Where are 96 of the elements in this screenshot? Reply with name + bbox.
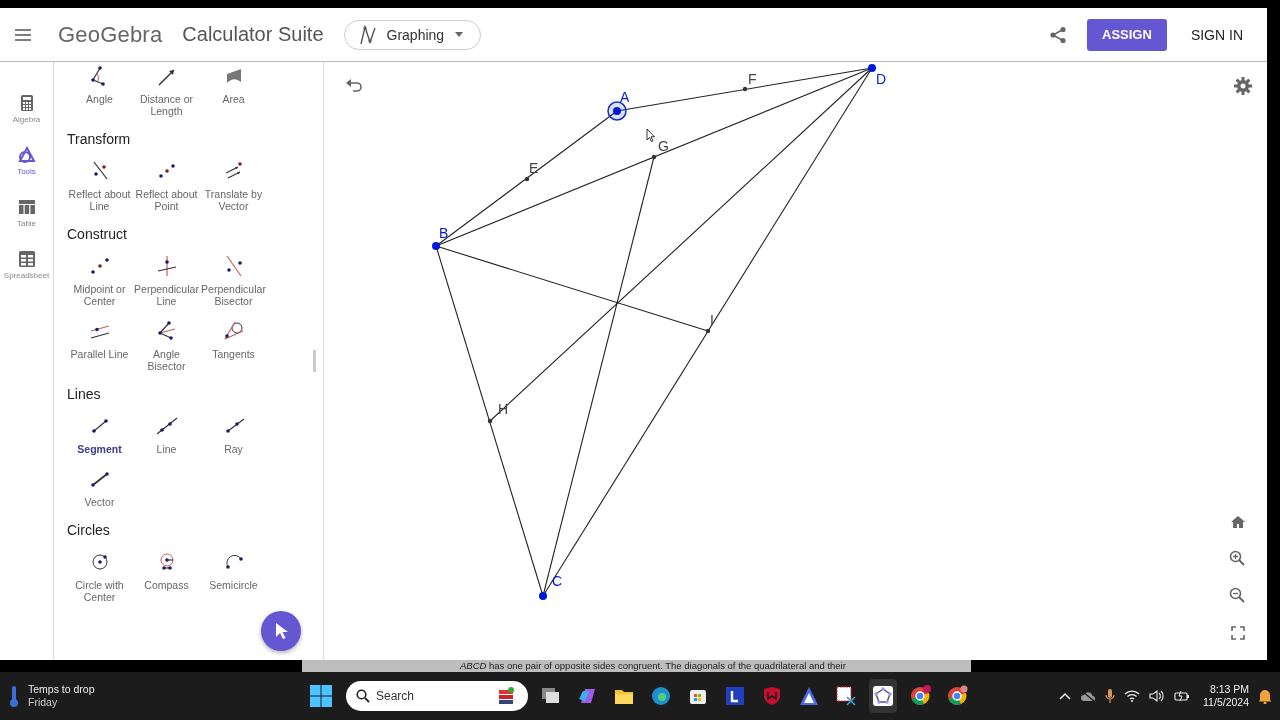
sign-in-button[interactable]: SIGN IN	[1180, 20, 1253, 49]
zoom-in-icon	[1229, 550, 1245, 566]
graph-icon	[358, 24, 377, 45]
snip-icon	[835, 685, 857, 707]
chrome-icon	[946, 685, 968, 707]
search-field[interactable]: Search	[346, 681, 528, 711]
tool-button[interactable]: Perpendicular Line	[133, 254, 200, 307]
browser-icon	[650, 685, 672, 707]
table-icon	[17, 198, 36, 216]
home-icon	[1230, 515, 1246, 529]
point[interactable]	[651, 154, 657, 160]
wifi-icon	[1124, 690, 1141, 702]
point[interactable]	[524, 176, 530, 182]
tool-button[interactable]: Angle	[66, 64, 133, 117]
point[interactable]	[487, 418, 493, 424]
point[interactable]	[705, 328, 711, 334]
share-button[interactable]	[1049, 25, 1068, 44]
app-switcher[interactable]: Graphing	[343, 19, 482, 50]
zoom-in-button[interactable]	[1229, 550, 1245, 566]
clock-time: 8:13 PM	[1209, 683, 1249, 696]
zoom-out-icon	[1229, 587, 1245, 603]
speaker-icon	[1149, 689, 1166, 703]
weather-title: Temps to drop	[28, 683, 95, 696]
point-label: G	[658, 138, 669, 154]
books-icon	[496, 686, 516, 706]
microphone-icon	[1105, 688, 1116, 704]
shapes-icon	[17, 146, 36, 164]
weather-day: Friday	[28, 696, 95, 709]
sidebar-tab[interactable]: Table	[0, 198, 53, 228]
caret-icon	[454, 31, 465, 38]
tool-button[interactable]: Reflect about Point	[133, 159, 200, 212]
spreadsheet-icon	[17, 250, 36, 268]
tool-button[interactable]: Distance or Length	[133, 64, 200, 117]
pointer-tool-button[interactable]	[261, 611, 301, 651]
sidebar-tab[interactable]: Spreadsheet	[0, 250, 53, 280]
point-label: A	[620, 89, 630, 105]
home-button[interactable]	[1230, 515, 1246, 529]
chrome-icon	[909, 685, 931, 707]
tool-button[interactable]: Translate by Vector	[200, 159, 267, 212]
menu-icon	[15, 28, 31, 41]
point-label: F	[748, 71, 757, 87]
thermometer-icon	[8, 684, 20, 708]
point[interactable]	[742, 86, 748, 92]
shield-icon	[761, 685, 783, 707]
point[interactable]	[613, 107, 621, 115]
chevron-up-icon	[1059, 692, 1072, 700]
cursor-icon	[273, 621, 289, 641]
undo-icon	[345, 78, 363, 92]
point-label: C	[552, 573, 563, 589]
tool-button[interactable]: Parallel Line	[66, 319, 133, 372]
point[interactable]	[432, 242, 440, 250]
section-heading: Construct	[67, 226, 128, 242]
cloud-icon	[1080, 690, 1097, 702]
instruction-text: ABCD has one pair of opposite sides congruent. The diagonals of the quadrilateral and their	[302, 660, 971, 672]
section-heading: Circles	[67, 522, 111, 538]
tool-button[interactable]: Vector	[66, 467, 133, 508]
tool-button[interactable]: Compass	[133, 550, 200, 603]
mouse-cursor	[646, 128, 655, 142]
tool-button[interactable]: Tangents	[200, 319, 267, 372]
taskbar-app[interactable]	[869, 679, 897, 713]
point-label: I	[710, 312, 714, 328]
sidebar-tab[interactable]: Algebra	[0, 94, 53, 124]
square-icon	[724, 685, 746, 707]
section-heading: Transform	[67, 131, 132, 147]
tool-button[interactable]: Area	[200, 64, 267, 117]
tool-button[interactable]: Circle with Center	[66, 550, 133, 603]
tool-button[interactable]: Semicircle	[200, 550, 267, 603]
point-label: E	[529, 160, 539, 176]
tool-button[interactable]: Angle Bisector	[133, 319, 200, 372]
point-label: B	[439, 225, 449, 241]
bell-icon	[1258, 688, 1272, 704]
battery-icon	[1174, 690, 1191, 702]
tool-button[interactable]: Perpendicular Bisector	[200, 254, 267, 307]
tool-button[interactable]: Midpoint or Center	[66, 254, 133, 307]
settings-button[interactable]	[1234, 77, 1252, 95]
fullscreen-button[interactable]	[1231, 626, 1245, 640]
point[interactable]	[539, 592, 547, 600]
share-icon	[1049, 25, 1068, 44]
tool-button[interactable]: Segment	[66, 414, 133, 455]
fullscreen-icon	[1231, 626, 1245, 640]
settings-icon	[1234, 77, 1252, 95]
section-heading: Lines	[67, 386, 102, 402]
tool-button[interactable]: Ray	[200, 414, 267, 455]
undo-button[interactable]	[345, 78, 363, 92]
clock-date: 11/5/2024	[1203, 696, 1249, 709]
assign-button[interactable]: ASSIGN	[1087, 18, 1167, 51]
tool-button[interactable]: Reflect about Line	[66, 159, 133, 212]
point-label: D	[876, 71, 887, 87]
tool-button[interactable]: Line	[133, 414, 200, 455]
point[interactable]	[868, 64, 876, 72]
app-logo: GeoGebra	[58, 21, 163, 48]
sidebar-tab[interactable]: Tools	[0, 146, 53, 176]
scrollbar-thumb[interactable]	[313, 350, 316, 372]
app-title: Calculator Suite	[182, 23, 324, 46]
peak-icon	[798, 685, 820, 707]
zoom-out-button[interactable]	[1229, 587, 1245, 603]
